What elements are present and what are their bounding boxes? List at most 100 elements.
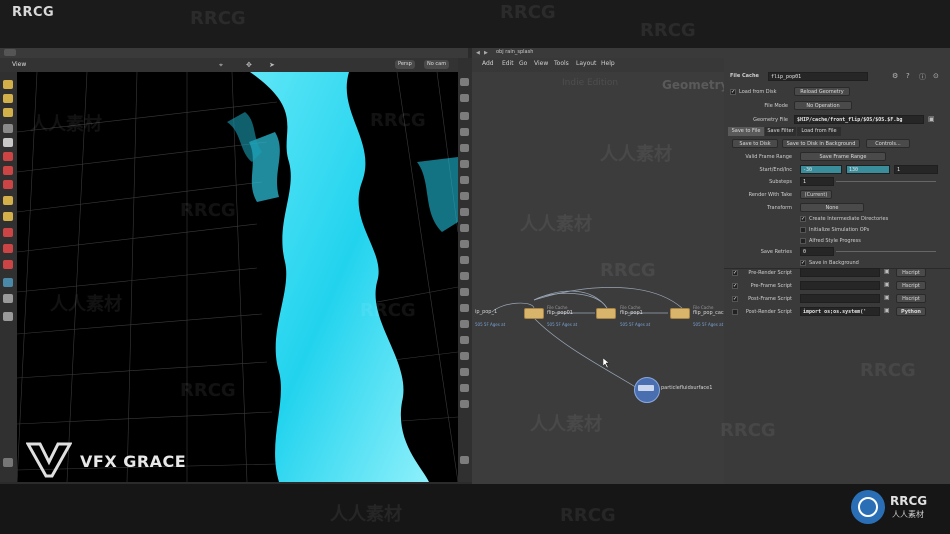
render-with-take-menu[interactable]: (Current) [800, 190, 832, 199]
pre-frame-field[interactable] [800, 281, 880, 290]
light-tool-icon[interactable] [3, 312, 13, 321]
pre-render-lang-menu[interactable]: Hscript [896, 268, 926, 277]
file-icon[interactable]: ▣ [884, 294, 890, 301]
load-from-disk-checkbox[interactable]: ✓ [730, 89, 736, 95]
lock-icon[interactable] [460, 94, 469, 102]
viewport-tab-label[interactable]: View [12, 61, 26, 68]
end-frame-field[interactable]: 130 [846, 165, 890, 174]
view-tool-icon[interactable] [3, 138, 13, 147]
tab-save-filter[interactable]: Save Filter [765, 127, 796, 136]
uv-icon[interactable] [460, 224, 469, 232]
post-render-lang-menu[interactable]: Python [896, 307, 926, 316]
select-icon[interactable]: ➤ [269, 61, 275, 69]
scale-tool-icon[interactable] [3, 180, 13, 189]
layout-icon[interactable] [460, 400, 469, 408]
node-name-field[interactable]: flip_pop01 [768, 72, 868, 81]
post-render-field[interactable]: import os;os.system(' [800, 307, 880, 316]
node-label[interactable]: ip_pop_1 [475, 309, 497, 315]
geometry-file-field[interactable]: $HIP/cache/front_flip/$OS/$OS.$F.bg [794, 115, 924, 124]
info-icon[interactable]: ⓘ [919, 72, 926, 82]
camera-menu-button[interactable]: No cam [424, 60, 450, 69]
move-tool-icon[interactable] [3, 152, 13, 161]
paint-tool-icon[interactable] [3, 108, 13, 117]
points-icon[interactable] [460, 176, 469, 184]
tab-save-to-file[interactable]: Save to File [728, 127, 764, 136]
start-frame-field[interactable]: -30 [800, 165, 842, 174]
drag-tool-icon[interactable] [3, 94, 13, 103]
file-cache-node[interactable] [596, 308, 616, 319]
bottom-tool-icon[interactable] [3, 458, 13, 467]
snap-icon[interactable]: ⌖ [219, 61, 223, 70]
file-cache-node[interactable] [670, 308, 690, 319]
init-sim-checkbox[interactable] [800, 227, 806, 233]
save-to-disk-button[interactable]: Save to Disk [732, 139, 778, 148]
file-icon[interactable]: ▣ [884, 268, 890, 275]
network-path[interactable]: obj rain_splash [496, 49, 533, 55]
magnet2-tool-icon[interactable] [3, 260, 13, 269]
rotate-tool-icon[interactable] [3, 166, 13, 175]
pose-tool-icon[interactable] [3, 196, 13, 205]
save-retries-slider[interactable] [836, 251, 936, 252]
forward-icon[interactable]: ▶ [484, 50, 488, 56]
ghost-icon[interactable] [460, 144, 469, 152]
create-directories-checkbox[interactable]: ✓ [800, 216, 806, 222]
reload-geometry-button[interactable]: Reload Geometry [794, 87, 850, 96]
node-label[interactable]: particlefluidsurface1 [661, 385, 712, 391]
shading-icon[interactable] [460, 112, 469, 120]
increment-field[interactable]: 1 [894, 165, 938, 174]
render-region-icon[interactable] [3, 278, 13, 287]
node-label[interactable]: flip_pop01 [547, 310, 573, 316]
menu-edit[interactable]: Edit [502, 60, 514, 67]
prims-icon[interactable] [460, 208, 469, 216]
visualize-icon[interactable] [460, 160, 469, 168]
pane-tab[interactable] [4, 49, 16, 56]
pre-frame-lang-menu[interactable]: Hscript [896, 281, 926, 290]
transform-menu[interactable]: None [800, 203, 864, 212]
magnet-tool-icon[interactable] [3, 228, 13, 237]
arrow-tool-icon[interactable] [3, 124, 13, 133]
bg-icon[interactable] [460, 240, 469, 248]
render-icon[interactable] [460, 336, 469, 344]
substeps-slider[interactable] [836, 181, 936, 182]
menu-add[interactable]: Add [482, 60, 494, 67]
display-option-icon[interactable] [460, 78, 469, 86]
valid-frame-range-menu[interactable]: Save Frame Range [800, 152, 886, 161]
node-label[interactable]: flip_pop_cac [693, 310, 724, 316]
node-label[interactable]: flip_pop1 [620, 310, 643, 316]
select-tool-icon[interactable] [3, 80, 13, 89]
save-in-background-checkbox[interactable]: ✓ [800, 260, 806, 266]
stereo-icon[interactable] [460, 384, 469, 392]
file-icon[interactable]: ▣ [884, 307, 890, 314]
post-frame-field[interactable] [800, 294, 880, 303]
menu-help[interactable]: Help [601, 60, 615, 67]
wireframe-icon[interactable] [460, 128, 469, 136]
post-frame-lang-menu[interactable]: Hscript [896, 294, 926, 303]
snapshot-icon[interactable] [460, 304, 469, 312]
menu-go[interactable]: Go [519, 60, 527, 67]
file-cache-node[interactable] [524, 308, 544, 319]
help-icon[interactable]: ? [906, 72, 910, 80]
overlay-icon[interactable] [460, 368, 469, 376]
lights-icon[interactable] [460, 256, 469, 264]
file-browse-icon[interactable]: ▣ [928, 115, 935, 123]
menu-tools[interactable]: Tools [554, 60, 569, 67]
file-icon[interactable]: ▣ [884, 281, 890, 288]
file-mode-menu[interactable]: No Operation [794, 101, 852, 110]
menu-layout[interactable]: Layout [576, 60, 596, 67]
bottom-display-icon[interactable] [460, 456, 469, 464]
handle-icon[interactable]: ✥ [246, 61, 252, 69]
save-background-button[interactable]: Save to Disk in Background [782, 139, 860, 148]
menu-view[interactable]: View [534, 60, 548, 67]
camera-icon[interactable] [460, 272, 469, 280]
pin-icon[interactable]: ⊙ [933, 72, 939, 80]
back-icon[interactable]: ◀ [476, 50, 480, 56]
gear-icon[interactable]: ⚙ [892, 72, 898, 80]
pre-render-field[interactable] [800, 268, 880, 277]
save-retries-field[interactable]: 0 [800, 247, 834, 256]
handle-tool-icon[interactable] [3, 212, 13, 221]
alfred-progress-checkbox[interactable] [800, 238, 806, 244]
persp-menu-button[interactable]: Persp [395, 60, 415, 69]
tab-load-from-file[interactable]: Load from File [797, 127, 841, 136]
grid-icon[interactable] [460, 288, 469, 296]
camera-tool-icon[interactable] [3, 294, 13, 303]
